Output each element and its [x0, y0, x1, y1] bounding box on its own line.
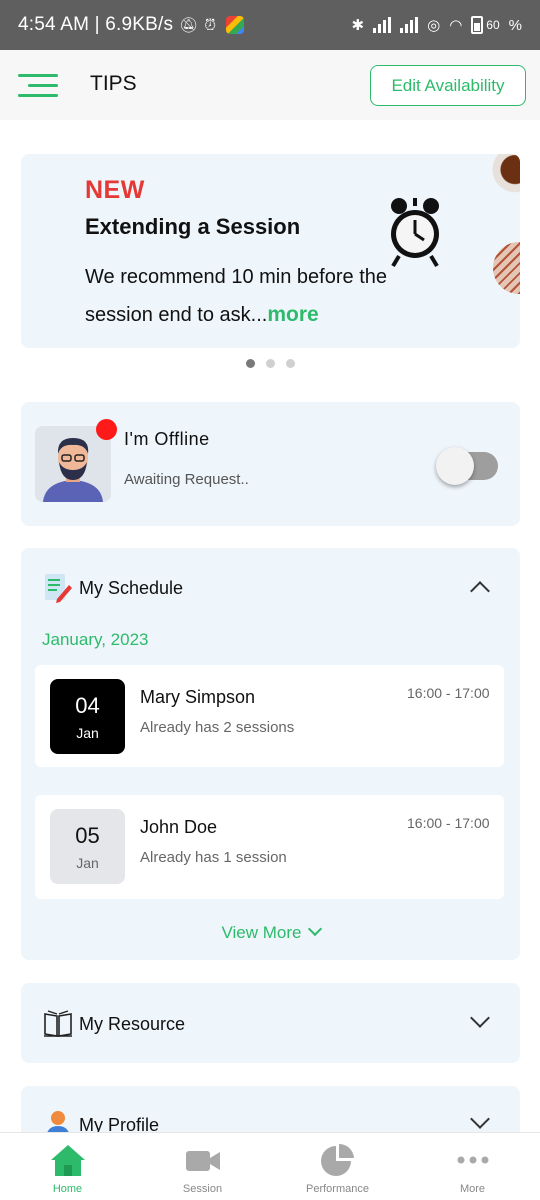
carousel-dot[interactable] — [245, 359, 255, 368]
bottom-navigation: Home Session Performance More — [0, 1132, 540, 1200]
new-badge: NEW — [85, 176, 145, 204]
data-saver-icon: % — [508, 16, 522, 34]
tip-body-text: We recommend 10 min before the session e… — [85, 266, 388, 326]
more-dots-icon — [457, 1156, 488, 1164]
nav-session[interactable]: Session — [135, 1133, 270, 1200]
edit-availability-button[interactable]: Edit Availability — [370, 65, 526, 106]
schedule-section: My Schedule January, 2023 04 Jan Mary Si… — [21, 548, 520, 960]
availability-subtitle: Awaiting Request.. — [124, 471, 249, 488]
schedule-row[interactable]: 04 Jan Mary Simpson Already has 2 sessio… — [35, 665, 504, 767]
client-name: John Doe — [140, 817, 218, 837]
expand-chevron-icon[interactable] — [470, 1109, 490, 1129]
carousel-indicator — [0, 359, 540, 368]
app-notification-icon — [226, 16, 245, 34]
date-box: 05 Jan — [50, 809, 125, 884]
menu-icon[interactable] — [18, 74, 58, 98]
toggle-knob — [436, 447, 474, 485]
nav-more[interactable]: More — [405, 1133, 540, 1200]
wifi-icon: ◠ — [449, 17, 463, 34]
schedule-title: My Schedule — [79, 578, 184, 598]
status-bar: 4:54 AM | 6.9KB/s 🔕︎ ⏰︎ ✱ ◎ ◠ 60 % — [0, 0, 540, 50]
schedule-notepad-icon — [45, 574, 72, 603]
tip-title: Extending a Session — [85, 214, 301, 239]
signal-icon — [373, 17, 392, 33]
resource-title: My Resource — [79, 1014, 186, 1034]
status-time: 4:54 AM | 6.9KB/s — [18, 14, 174, 35]
carousel-dot[interactable] — [285, 359, 295, 368]
nav-performance[interactable]: Performance — [270, 1133, 405, 1200]
nav-label: Performance — [306, 1183, 369, 1195]
tip-banner[interactable]: NEW Extending a Session We recommend 10 … — [21, 154, 520, 348]
donut-image — [493, 242, 520, 294]
alarm-icon: ⏰︎ — [204, 16, 217, 34]
more-link[interactable]: more — [267, 303, 318, 326]
pie-chart-icon — [320, 1144, 354, 1176]
page-title: TIPS — [90, 72, 137, 95]
date-box: 04 Jan — [50, 679, 125, 754]
chevron-down-icon — [307, 921, 322, 937]
nav-label: More — [459, 1183, 486, 1195]
online-toggle[interactable] — [436, 447, 498, 485]
view-more-label: View More — [221, 923, 302, 942]
app-header: TIPS Edit Availability — [0, 50, 540, 120]
bluetooth-icon: ✱ — [351, 17, 365, 34]
collapse-chevron-icon[interactable] — [470, 581, 490, 601]
expand-chevron-icon[interactable] — [470, 1008, 490, 1028]
nav-home[interactable]: Home — [0, 1133, 135, 1200]
availability-card: I'm Offline Awaiting Request.. — [21, 402, 520, 526]
resource-section[interactable]: My Resource — [21, 983, 520, 1063]
offline-status-dot — [96, 419, 117, 440]
book-icon — [44, 1010, 72, 1037]
date-month: Jan — [76, 854, 99, 871]
date-day: 04 — [75, 692, 100, 718]
coffee-cup-image — [479, 154, 520, 196]
view-more-button[interactable]: View More — [21, 921, 520, 943]
session-time: 16:00 - 17:00 — [407, 815, 490, 831]
date-month: Jan — [76, 724, 99, 741]
hotspot-icon: ◎ — [427, 17, 441, 34]
schedule-row[interactable]: 05 Jan John Doe Already has 1 session 16… — [35, 795, 504, 899]
nav-label: Session — [182, 1183, 223, 1195]
availability-title: I'm Offline — [124, 429, 210, 449]
schedule-month: January, 2023 — [42, 630, 149, 649]
alarm-clock-icon — [391, 198, 439, 268]
session-count: Already has 1 session — [140, 849, 287, 866]
carousel-dot[interactable] — [265, 359, 275, 368]
home-icon — [50, 1145, 85, 1176]
mute-icon: 🔕︎ — [179, 17, 199, 34]
session-count: Already has 2 sessions — [140, 719, 295, 736]
battery-icon — [471, 16, 484, 34]
date-day: 05 — [75, 822, 100, 848]
session-time: 16:00 - 17:00 — [407, 685, 490, 701]
tip-body: We recommend 10 min before the session e… — [85, 258, 405, 334]
signal-icon-2 — [400, 17, 419, 33]
video-camera-icon — [185, 1151, 220, 1171]
battery-level: 60 — [486, 18, 500, 32]
nav-label: Home — [52, 1183, 83, 1195]
client-name: Mary Simpson — [140, 687, 256, 707]
